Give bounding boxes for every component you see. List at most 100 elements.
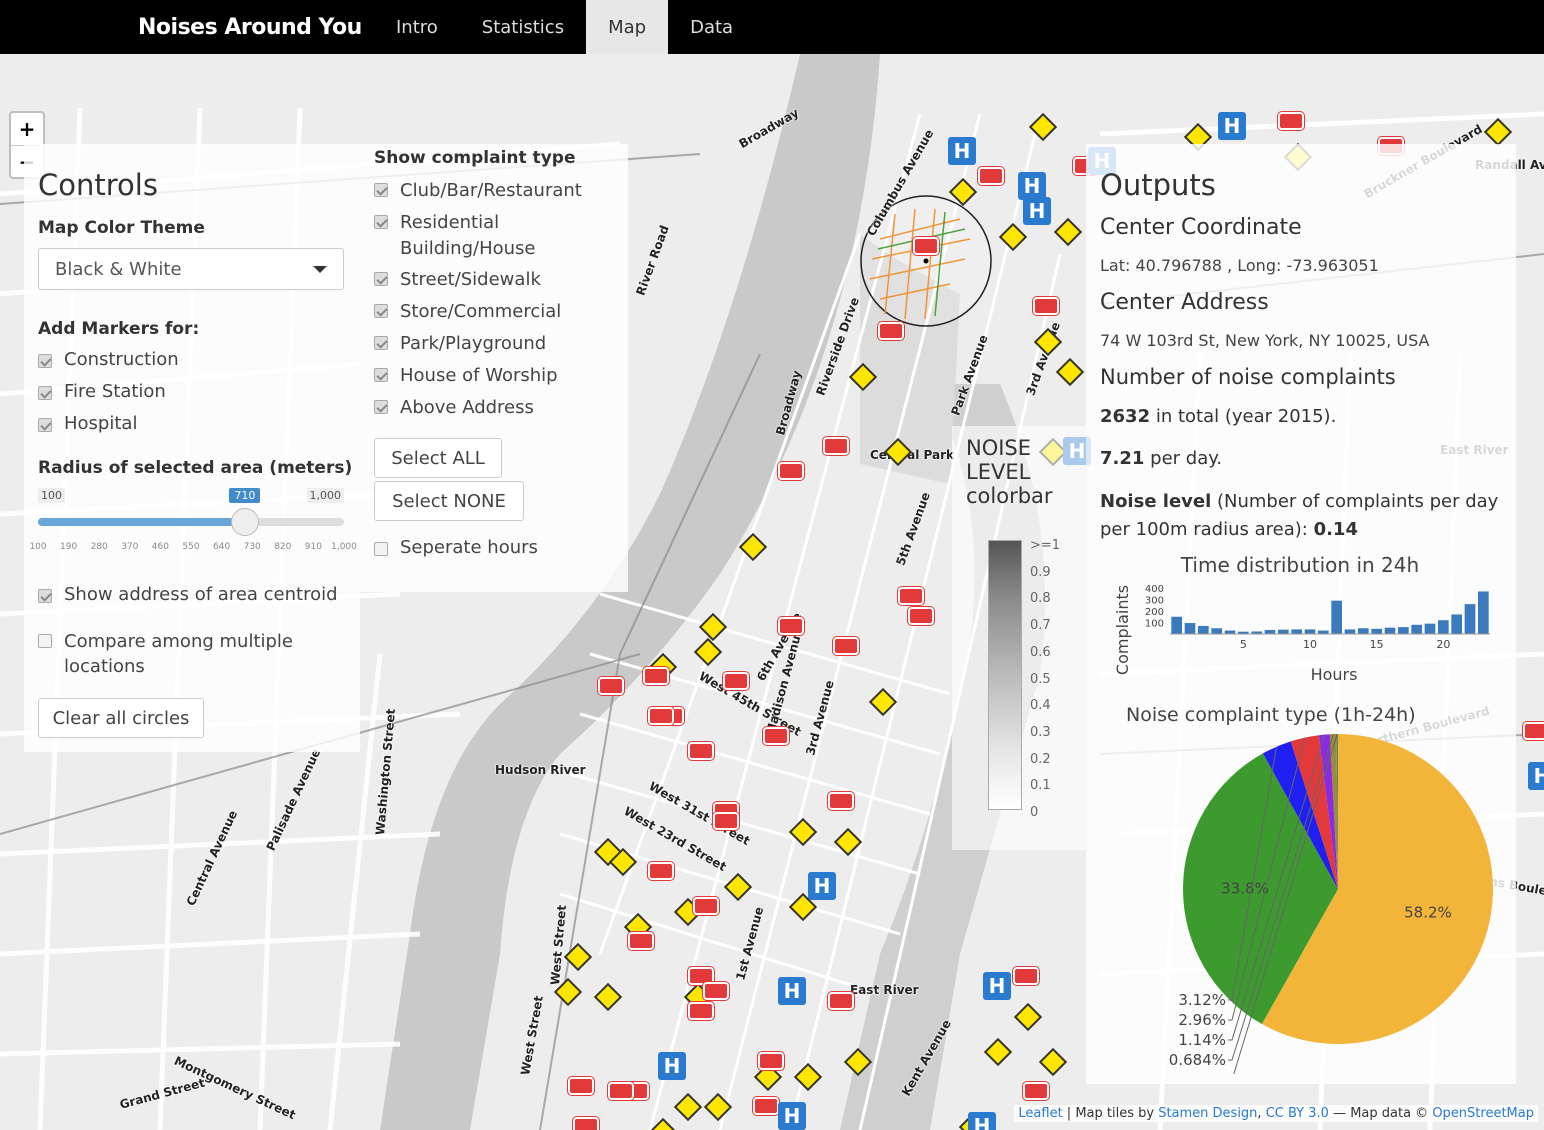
checkbox-icon[interactable] — [374, 215, 388, 229]
fire-station-icon[interactable] — [1278, 112, 1304, 130]
slider-tick-label: 460 — [151, 542, 169, 552]
tab-data[interactable]: Data — [668, 0, 755, 54]
fire-station-icon[interactable] — [898, 587, 924, 605]
complaint-type-checkbox[interactable]: Store/Commercial — [374, 299, 614, 325]
map-color-theme-label: Map Color Theme — [38, 218, 205, 238]
app-title[interactable]: Noises Around You — [0, 0, 374, 54]
checkbox-icon[interactable] — [374, 272, 388, 286]
clear-circles-button[interactable]: Clear all circles — [38, 698, 204, 738]
hospital-icon[interactable]: H — [968, 1112, 996, 1130]
osm-link[interactable]: OpenStreetMap — [1432, 1106, 1534, 1121]
hospital-icon[interactable]: H — [1018, 172, 1046, 200]
show-address-checkbox[interactable]: Show address of area centroid — [38, 584, 338, 605]
fire-station-icon[interactable] — [833, 637, 859, 655]
checkbox-icon[interactable] — [374, 304, 388, 318]
fire-station-icon[interactable] — [823, 437, 849, 455]
hospital-icon[interactable]: H — [1023, 197, 1051, 225]
complaint-type-checkbox[interactable]: Club/Bar/Restaurant — [374, 178, 614, 204]
select-none-button[interactable]: Select NONE — [374, 481, 524, 521]
complaint-type-checkbox[interactable]: Above Address — [374, 395, 614, 421]
hospital-icon[interactable]: H — [1218, 112, 1246, 140]
tab-map[interactable]: Map — [586, 0, 669, 54]
fire-station-icon[interactable] — [878, 322, 904, 340]
complaint-type-label: House of Worship — [400, 365, 558, 386]
cc-link[interactable]: CC BY 3.0 — [1266, 1106, 1329, 1121]
fire-station-icon[interactable] — [1523, 722, 1544, 740]
checkbox-icon[interactable] — [374, 368, 388, 382]
colorbar-tick-label: 0.7 — [1030, 618, 1051, 634]
hospital-icon[interactable]: H — [808, 872, 836, 900]
checkbox-icon[interactable] — [374, 336, 388, 350]
bar-mark — [1384, 627, 1396, 634]
leaflet-link[interactable]: Leaflet — [1018, 1106, 1062, 1121]
fire-station-icon[interactable] — [978, 167, 1004, 185]
separate-hours-checkbox[interactable]: Seperate hours — [374, 537, 538, 558]
hospital-icon[interactable]: H — [778, 977, 806, 1005]
fire-station-icon[interactable] — [648, 707, 674, 725]
bar-mark — [1344, 629, 1356, 634]
fire-station-icon[interactable] — [608, 1082, 634, 1100]
slider-handle[interactable] — [231, 508, 260, 536]
stamen-link[interactable]: Stamen Design — [1158, 1106, 1257, 1121]
fire-station-icon[interactable] — [908, 607, 934, 625]
fire-station-icon[interactable] — [913, 237, 939, 255]
fire-station-icon[interactable] — [693, 897, 719, 915]
fire-station-icon[interactable] — [1023, 1082, 1049, 1100]
checkbox-icon[interactable] — [374, 183, 388, 197]
marker-construction-checkbox[interactable]: Construction — [38, 349, 179, 370]
fire-station-icon[interactable] — [598, 677, 624, 695]
fire-station-icon[interactable] — [688, 742, 714, 760]
complaint-type-checkbox[interactable]: Park/Playground — [374, 331, 614, 357]
checkbox-icon[interactable] — [38, 418, 52, 432]
fire-station-icon[interactable] — [828, 792, 854, 810]
hospital-icon[interactable]: H — [1528, 762, 1544, 790]
map-color-theme-select[interactable]: Black & White — [38, 248, 344, 290]
fire-station-icon[interactable] — [1013, 967, 1039, 985]
complaint-type-checkbox[interactable]: Residential Building/House — [374, 210, 614, 262]
fire-station-icon[interactable] — [763, 727, 789, 745]
marker-fire-station-checkbox[interactable]: Fire Station — [38, 381, 166, 402]
hospital-icon[interactable]: H — [778, 1102, 806, 1130]
complaint-type-panel[interactable]: Show complaint type Club/Bar/Restaurant R… — [360, 144, 628, 592]
colorbar-tick-label: 0.4 — [1030, 698, 1051, 714]
fire-station-icon[interactable] — [758, 1052, 784, 1070]
checkbox-icon[interactable] — [38, 386, 52, 400]
checkbox-icon[interactable] — [38, 589, 52, 603]
fire-station-icon[interactable] — [703, 982, 729, 1000]
fire-station-icon[interactable] — [648, 862, 674, 880]
fire-station-icon[interactable] — [568, 1077, 594, 1095]
tab-intro[interactable]: Intro — [374, 0, 460, 54]
zoom-in-button[interactable]: + — [11, 113, 43, 145]
fire-station-icon[interactable] — [828, 992, 854, 1010]
radius-label: Radius of selected area (meters) — [38, 458, 353, 478]
map-street-label: East River — [850, 983, 919, 997]
fire-station-icon[interactable] — [628, 932, 654, 950]
hospital-icon[interactable]: H — [948, 137, 976, 165]
fire-station-icon[interactable] — [778, 462, 804, 480]
compare-checkbox[interactable]: Compare among multiple locations — [38, 629, 338, 679]
controls-panel[interactable]: Controls Map Color Theme Black & White A… — [24, 144, 360, 752]
checkbox-icon[interactable] — [374, 542, 388, 556]
fire-station-icon[interactable] — [1033, 297, 1059, 315]
fire-station-icon[interactable] — [573, 1117, 599, 1130]
fire-station-icon[interactable] — [643, 667, 669, 685]
select-all-button[interactable]: Select ALL — [374, 438, 502, 478]
noise-level-colorbar: NOISE LEVEL colorbar >=1 0.9 0.8 0.7 0.6 0.5 0… — [952, 426, 1086, 850]
complaint-type-checkbox[interactable]: House of Worship — [374, 363, 614, 389]
hospital-icon[interactable]: H — [983, 972, 1011, 1000]
noise-level-label: Noise level — [1100, 491, 1212, 512]
hospital-icon[interactable]: H — [658, 1052, 686, 1080]
checkbox-icon[interactable] — [374, 400, 388, 414]
marker-hospital-checkbox[interactable]: Hospital — [38, 413, 137, 434]
fire-station-icon[interactable] — [753, 1097, 779, 1115]
fire-station-icon[interactable] — [723, 672, 749, 690]
fire-station-icon[interactable] — [688, 1002, 714, 1020]
complaint-type-checkbox[interactable]: Street/Sidewalk — [374, 267, 614, 293]
fire-station-icon[interactable] — [778, 617, 804, 635]
checkbox-icon[interactable] — [38, 354, 52, 368]
radius-slider[interactable]: 100 1,000 710 100 190 280 370 460 550 640 730 82… — [29, 484, 357, 564]
checkbox-icon[interactable] — [38, 634, 52, 648]
bar-mark — [1464, 604, 1476, 634]
fire-station-icon[interactable] — [713, 812, 739, 830]
tab-statistics[interactable]: Statistics — [460, 0, 586, 54]
